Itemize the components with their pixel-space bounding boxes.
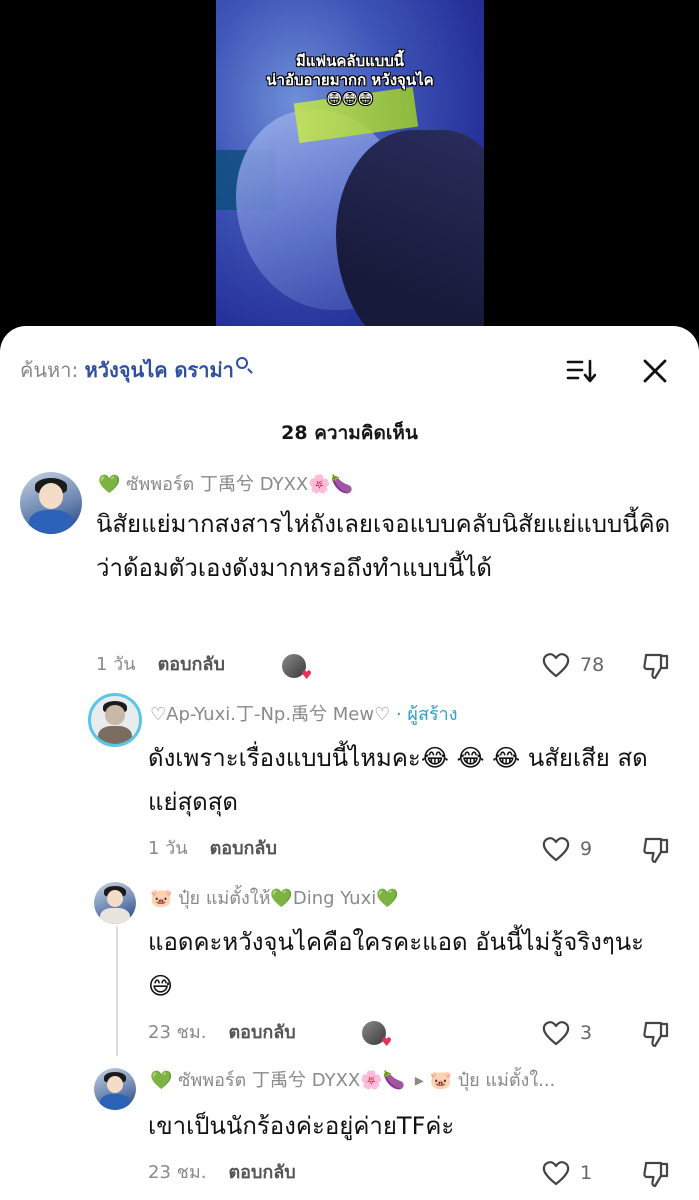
sort-icon[interactable] xyxy=(566,358,596,384)
thumbs-down-icon[interactable] xyxy=(642,1020,670,1048)
heart-icon xyxy=(542,653,570,678)
comment-username[interactable]: ♡Ap-Yuxi.丁-Np.禹兮 Mew♡ · ผู้สร้าง xyxy=(150,702,458,728)
video-caption-line2: น่าอับอายมากก หวังจุนไค xyxy=(266,71,434,89)
comment-username[interactable]: 💚 ซัพพอร์ต 丁禹兮 DYXX🌸🍆 ▸ 🐷 ปุ๋ย แม่ตั้งใ.… xyxy=(150,1068,555,1094)
comment-meta: 1 วัน ตอบกลับ xyxy=(96,652,225,678)
search-icon xyxy=(235,357,248,369)
reply-button[interactable]: ตอบกลับ xyxy=(158,654,225,675)
like-button[interactable]: 78 xyxy=(542,652,604,678)
heart-badge-icon: ♥ xyxy=(381,1035,392,1049)
video-caption: มีแฟนคลับแบบนี้ น่าอับอายมากก หวังจุนไค … xyxy=(216,52,484,109)
avatar-face xyxy=(38,483,64,510)
avatar-body xyxy=(29,510,73,534)
comment-time: 23 ชม. xyxy=(148,1162,207,1183)
avatar[interactable] xyxy=(94,882,136,924)
avatar[interactable] xyxy=(20,472,82,534)
reply-button[interactable]: ตอบกลับ xyxy=(210,838,277,859)
comment-meta: 23 ชม. ตอบกลับ xyxy=(148,1160,296,1186)
comment-meta: 1 วัน ตอบกลับ xyxy=(148,836,277,862)
reply-button[interactable]: ตอบกลับ xyxy=(228,1022,295,1043)
like-button[interactable]: 9 xyxy=(542,836,592,862)
screen: มีแฟนคลับแบบนี้ น่าอับอายมากก หวังจุนไค … xyxy=(0,0,699,1200)
video-caption-emojis: 😳😳😳 xyxy=(326,90,374,108)
comment-text: เขาเป็นนักร้องค่ะอยู่ค่ายTFค่ะ xyxy=(148,1112,455,1140)
comment-text: แอดคะหวังจุนไคคือใครคะแอด อันนี้ไม่รู้จร… xyxy=(148,928,645,1000)
comment-sheet: ค้นหา: หวังจุนไค ดราม่า 28 ความคิดเห็น 💚… xyxy=(0,326,699,1200)
creator-avatar[interactable] xyxy=(88,693,142,747)
heart-badge-icon: ♥ xyxy=(301,668,312,682)
like-count: 1 xyxy=(580,1162,593,1184)
avatar-face xyxy=(105,704,125,725)
avatar-face xyxy=(106,889,124,908)
avatar-face xyxy=(106,1075,124,1094)
reply-to-label: ▸ 🐷 ปุ๋ย แม่ตั้งใ... xyxy=(414,1070,556,1091)
avatar[interactable] xyxy=(94,1068,136,1110)
comment-time: 23 ชม. xyxy=(148,1022,207,1043)
creator-liked-avatar: ♥ xyxy=(362,1021,392,1049)
comment-count: 28 ความคิดเห็น xyxy=(281,422,418,444)
thumbs-down-icon[interactable] xyxy=(642,836,670,864)
comment-username[interactable]: 🐷 ปุ๋ย แม่ตั้งให้💚Ding Yuxi💚 xyxy=(150,886,399,912)
search-prefix: ค้นหา: xyxy=(20,358,79,382)
thumbs-down-icon[interactable] xyxy=(642,652,670,680)
comment-text: นิสัยแย่มากสงสารไห่ถังเลยเจอแบบคลับนิสัย… xyxy=(96,510,671,582)
comment-meta: 23 ชม. ตอบกลับ xyxy=(148,1020,296,1046)
heart-icon xyxy=(542,1021,570,1046)
comment-text: ดังเพราะเรื่องแบบนี้ไหมคะ😂 😂 😂 นสัยเสีย … xyxy=(148,744,648,816)
close-icon[interactable] xyxy=(640,356,670,386)
comment-time: 1 วัน xyxy=(148,838,188,859)
reply-button[interactable]: ตอบกลับ xyxy=(228,1162,295,1183)
avatar-body xyxy=(100,908,130,924)
username-text: 💚 ซัพพอร์ต 丁禹兮 DYXX🌸🍆 xyxy=(150,1070,406,1091)
thread-line xyxy=(116,926,118,1056)
heart-icon xyxy=(542,1161,570,1186)
like-count: 3 xyxy=(580,1022,593,1044)
video-caption-line1: มีแฟนคลับแบบนี้ xyxy=(295,52,405,70)
creator-liked-avatar: ♥ xyxy=(282,654,312,682)
search-term: หวังจุนไค ดราม่า xyxy=(84,358,234,382)
like-button[interactable]: 1 xyxy=(542,1160,592,1186)
video-figure-dark xyxy=(336,130,484,340)
like-button[interactable]: 3 xyxy=(542,1020,592,1046)
comment-username[interactable]: 💚 ซัพพอร์ต 丁禹兮 DYXX🌸🍆 xyxy=(98,472,353,498)
like-count: 78 xyxy=(580,654,605,676)
username-text: ♡Ap-Yuxi.丁-Np.禹兮 Mew♡ xyxy=(150,704,391,725)
creator-tag: · ผู้สร้าง xyxy=(395,704,458,725)
video-preview[interactable]: มีแฟนคลับแบบนี้ น่าอับอายมากก หวังจุนไค … xyxy=(216,0,484,340)
thumbs-down-icon[interactable] xyxy=(642,1160,670,1188)
avatar-body xyxy=(100,1094,130,1110)
like-count: 9 xyxy=(580,838,593,860)
comment-time: 1 วัน xyxy=(96,654,136,675)
avatar-body xyxy=(98,725,132,744)
search-suggestion[interactable]: ค้นหา: หวังจุนไค ดราม่า xyxy=(20,356,248,384)
heart-icon xyxy=(542,837,570,862)
